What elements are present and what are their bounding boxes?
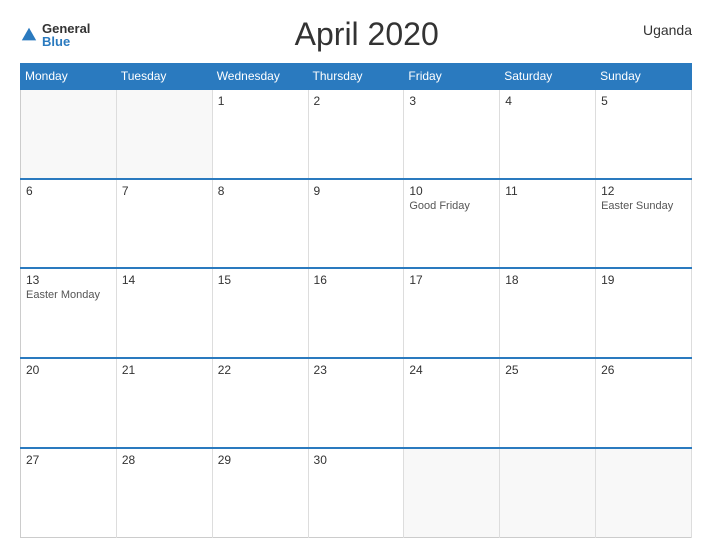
calendar-cell: 2 — [308, 89, 404, 179]
holiday-label: Good Friday — [409, 200, 494, 212]
day-number: 28 — [122, 453, 207, 467]
day-number: 26 — [601, 363, 686, 377]
calendar-cell: 1 — [212, 89, 308, 179]
calendar-cell: 13 Easter Monday — [21, 268, 117, 358]
calendar-cell: 18 — [500, 268, 596, 358]
day-number: 22 — [218, 363, 303, 377]
logo-general: General — [42, 22, 90, 35]
calendar-cell: 14 — [116, 268, 212, 358]
day-number: 7 — [122, 184, 207, 198]
holiday-label: Easter Monday — [26, 289, 111, 301]
calendar-cell — [500, 448, 596, 538]
calendar-cell — [596, 448, 692, 538]
calendar-week-row: 27 28 29 30 — [21, 448, 692, 538]
header: General Blue April 2020 Uganda — [20, 16, 692, 53]
logo: General Blue — [20, 22, 90, 48]
day-number: 17 — [409, 273, 494, 287]
calendar-cell: 12 Easter Sunday — [596, 179, 692, 269]
col-thursday: Thursday — [308, 64, 404, 90]
day-header-row: Monday Tuesday Wednesday Thursday Friday… — [21, 64, 692, 90]
logo-words: General Blue — [42, 22, 90, 48]
calendar-cell: 23 — [308, 358, 404, 448]
calendar-cell: 21 — [116, 358, 212, 448]
day-number: 13 — [26, 273, 111, 287]
calendar-body: 12345678910Good Friday1112Easter Sunday1… — [21, 89, 692, 538]
day-number: 25 — [505, 363, 590, 377]
calendar-cell — [21, 89, 117, 179]
col-friday: Friday — [404, 64, 500, 90]
day-number: 30 — [314, 453, 399, 467]
calendar-cell: 25 — [500, 358, 596, 448]
calendar-cell: 26 — [596, 358, 692, 448]
day-number: 11 — [505, 184, 590, 198]
day-number: 20 — [26, 363, 111, 377]
calendar-week-row: 12345 — [21, 89, 692, 179]
calendar-cell: 7 — [116, 179, 212, 269]
calendar-cell: 11 — [500, 179, 596, 269]
day-number: 29 — [218, 453, 303, 467]
page: General Blue April 2020 Uganda Monday Tu… — [0, 0, 712, 550]
calendar-cell: 8 — [212, 179, 308, 269]
col-tuesday: Tuesday — [116, 64, 212, 90]
calendar-cell: 16 — [308, 268, 404, 358]
day-number: 15 — [218, 273, 303, 287]
calendar-header: Monday Tuesday Wednesday Thursday Friday… — [21, 64, 692, 90]
col-sunday: Sunday — [596, 64, 692, 90]
calendar-cell: 15 — [212, 268, 308, 358]
calendar-cell: 19 — [596, 268, 692, 358]
calendar-week-row: 13 Easter Monday 14 15 16 17 18 19 — [21, 268, 692, 358]
day-number: 27 — [26, 453, 111, 467]
calendar-cell: 20 — [21, 358, 117, 448]
calendar-cell: 29 — [212, 448, 308, 538]
col-monday: Monday — [21, 64, 117, 90]
calendar-cell: 28 — [116, 448, 212, 538]
day-number: 19 — [601, 273, 686, 287]
calendar-cell: 27 — [21, 448, 117, 538]
day-number: 1 — [218, 94, 303, 108]
calendar-cell: 30 — [308, 448, 404, 538]
calendar-cell: 9 — [308, 179, 404, 269]
day-number: 5 — [601, 94, 686, 108]
calendar-cell: 10 Good Friday — [404, 179, 500, 269]
col-wednesday: Wednesday — [212, 64, 308, 90]
day-number: 9 — [314, 184, 399, 198]
day-number: 6 — [26, 184, 111, 198]
day-number: 8 — [218, 184, 303, 198]
logo-icon — [20, 26, 38, 44]
day-number: 24 — [409, 363, 494, 377]
day-number: 2 — [314, 94, 399, 108]
day-number: 10 — [409, 184, 494, 198]
calendar-cell: 3 — [404, 89, 500, 179]
calendar-cell: 24 — [404, 358, 500, 448]
holiday-label: Easter Sunday — [601, 200, 686, 212]
day-number: 16 — [314, 273, 399, 287]
day-number: 4 — [505, 94, 590, 108]
calendar-table: Monday Tuesday Wednesday Thursday Friday… — [20, 63, 692, 538]
calendar-cell: 6 — [21, 179, 117, 269]
calendar-cell: 5 — [596, 89, 692, 179]
day-number: 14 — [122, 273, 207, 287]
calendar-cell: 22 — [212, 358, 308, 448]
calendar-cell: 17 — [404, 268, 500, 358]
country-label: Uganda — [643, 16, 692, 38]
calendar-week-row: 6789 10 Good Friday 11 12 Easter Sunday — [21, 179, 692, 269]
day-number: 18 — [505, 273, 590, 287]
calendar-title: April 2020 — [90, 16, 643, 53]
calendar-cell — [116, 89, 212, 179]
col-saturday: Saturday — [500, 64, 596, 90]
calendar-cell: 4 — [500, 89, 596, 179]
calendar-cell — [404, 448, 500, 538]
day-number: 3 — [409, 94, 494, 108]
day-number: 23 — [314, 363, 399, 377]
day-number: 21 — [122, 363, 207, 377]
day-number: 12 — [601, 184, 686, 198]
calendar-week-row: 20 21 22 23 24 25 26 — [21, 358, 692, 448]
logo-blue: Blue — [42, 35, 90, 48]
